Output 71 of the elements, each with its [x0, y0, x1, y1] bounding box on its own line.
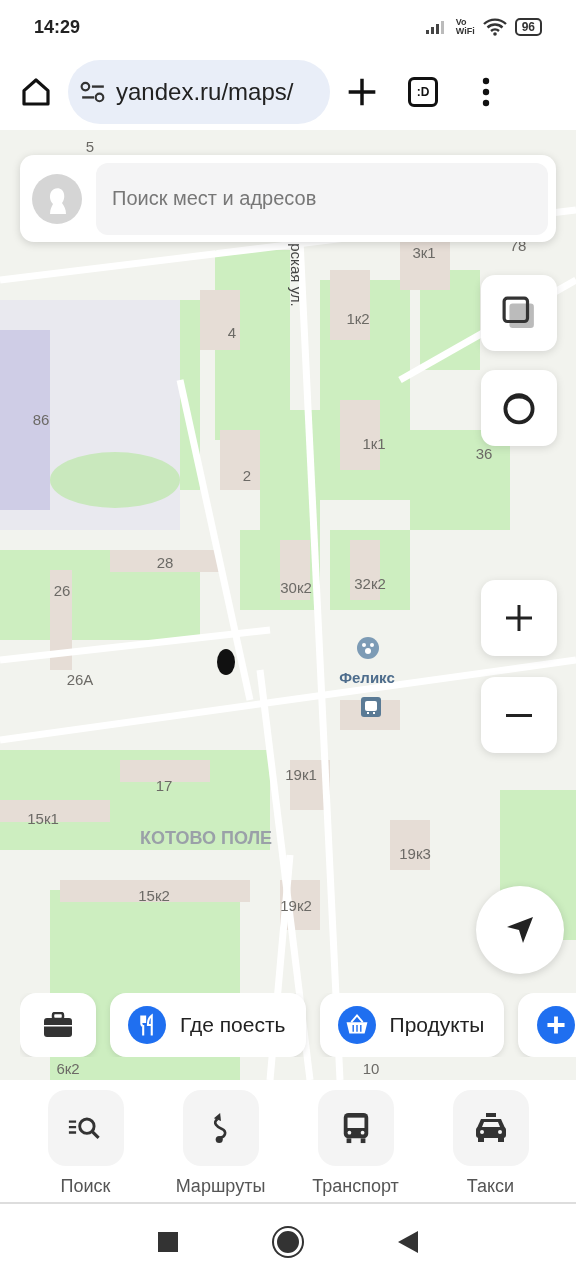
home-button[interactable]	[274, 1228, 302, 1256]
tab-switcher-button[interactable]: :D	[408, 77, 438, 107]
bus-stop-icon[interactable]	[361, 697, 381, 717]
location-pin-icon[interactable]	[216, 648, 236, 678]
house-number-label: 19к1	[285, 765, 317, 783]
url-field[interactable]: yandex.ru/maps/	[68, 60, 330, 124]
category-chip[interactable]: Где поесть	[110, 993, 306, 1057]
house-number-label: 3к1	[412, 243, 436, 261]
tab-button[interactable]	[182, 1090, 259, 1166]
wifi-icon	[482, 18, 507, 36]
tab-label[interactable]: Такси	[466, 1176, 515, 1197]
search-tab-button[interactable]	[47, 1090, 124, 1166]
building	[390, 820, 430, 870]
tab-label[interactable]: Транспорт	[312, 1176, 399, 1197]
tab-label[interactable]: Поиск	[60, 1176, 111, 1197]
clock-time: 14:29	[34, 16, 81, 38]
my-location-button[interactable]	[476, 886, 564, 974]
tab-button[interactable]	[317, 1090, 394, 1166]
plus-icon	[537, 1006, 576, 1044]
layers-icon	[502, 296, 536, 330]
house-number-label: 6к2	[56, 1059, 80, 1077]
fork-knife-icon	[128, 1006, 166, 1044]
house-number-label: 26А	[66, 670, 94, 688]
building	[400, 240, 450, 290]
place-name-label: Феликс	[339, 668, 395, 686]
minus-icon	[504, 713, 534, 717]
volte-label: Vo	[455, 18, 468, 27]
house-number-label: 2	[242, 466, 252, 484]
building	[330, 270, 370, 340]
house-number-label: 19к2	[280, 896, 312, 914]
briefcase-icon	[43, 1012, 73, 1038]
tab-button[interactable]	[452, 1090, 529, 1166]
wifi-calling-label: WiFi	[455, 27, 475, 36]
navigation-arrow-icon	[505, 915, 535, 945]
zoom-in-button[interactable]	[481, 580, 557, 656]
building	[220, 430, 260, 490]
building	[280, 540, 310, 600]
house-number-label: 5	[85, 137, 95, 155]
house-number-label: 30к2	[280, 578, 312, 596]
basket-icon	[337, 1006, 376, 1044]
house-number-label: 32к2	[354, 574, 386, 592]
house-number-label: 10	[362, 1059, 380, 1077]
tab-label[interactable]: Маршруты	[175, 1176, 266, 1197]
house-number-label: 1к1	[362, 434, 386, 452]
house-number-label: 86	[32, 410, 50, 428]
pet-store-icon[interactable]	[356, 636, 380, 660]
search-field[interactable]: Поиск мест и адресов	[96, 162, 548, 235]
category-icon-chip[interactable]	[20, 993, 96, 1057]
category-chip[interactable]: Продукты	[319, 993, 505, 1057]
house-number-label: 1к2	[346, 309, 370, 327]
house-number-label: 36	[475, 444, 493, 462]
assistant-icon	[502, 391, 536, 425]
street-name-label: рская ул.	[287, 243, 305, 307]
district-name-label: КОТОВО ПОЛЕ	[139, 827, 273, 849]
battery-icon: 96	[514, 18, 542, 36]
house-number-label: 26	[53, 581, 71, 599]
home-icon[interactable]	[20, 76, 52, 108]
back-button[interactable]	[398, 1231, 418, 1253]
plus-icon	[504, 603, 534, 633]
menu-icon[interactable]	[482, 77, 490, 107]
house-number-label: 17	[155, 776, 173, 794]
site-settings-icon[interactable]	[80, 81, 106, 103]
house-number-label: 19к3	[399, 844, 431, 862]
house-number-label: 28	[156, 553, 174, 571]
house-number-label: 4	[227, 323, 237, 341]
assistant-button[interactable]	[481, 370, 557, 446]
house-number-label: 15к2	[138, 886, 170, 904]
layers-button[interactable]	[481, 275, 557, 351]
house-number-label: 15к1	[27, 809, 59, 827]
building	[200, 290, 240, 350]
new-tab-icon[interactable]	[346, 76, 378, 108]
